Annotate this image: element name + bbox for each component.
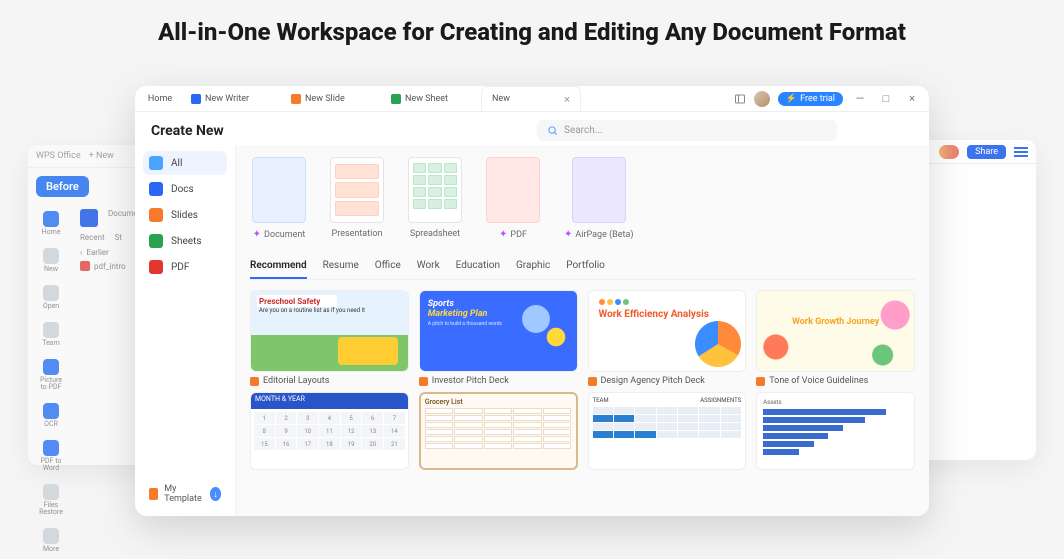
- template-card[interactable]: Preschool SafetyAre you on a routine lis…: [250, 290, 409, 386]
- template-icon: [149, 488, 158, 500]
- tab-slide[interactable]: New Slide: [281, 86, 381, 111]
- sidebar-item-pdf[interactable]: PDF: [143, 255, 227, 279]
- ppt-icon: [419, 377, 428, 386]
- ppt-icon: [588, 377, 597, 386]
- search-input[interactable]: Search...: [537, 120, 837, 141]
- sidebar-item-sheets[interactable]: Sheets: [143, 229, 227, 253]
- more-icon: [43, 528, 59, 544]
- doctype-spreadsheet[interactable]: Spreadsheet: [408, 157, 462, 240]
- template-card[interactable]: Work Growth Journey Tone of Voice Guidel…: [756, 290, 915, 386]
- search-placeholder: Search...: [564, 125, 603, 136]
- new-icon: [43, 248, 59, 264]
- search-icon: [547, 125, 558, 136]
- home-icon: [43, 211, 59, 227]
- titlebar: Home New Writer New Slide New Sheet New×…: [135, 86, 929, 112]
- app-window: Home New Writer New Slide New Sheet New×…: [135, 86, 929, 516]
- pdf2word-icon: [43, 440, 59, 456]
- close-button[interactable]: ×: [903, 92, 921, 105]
- ppt-icon: [756, 377, 765, 386]
- doc-type-row: ✦Document Presentation Spreadsheet ✦PDF …: [250, 151, 915, 252]
- before-badge: Before: [36, 176, 89, 197]
- doctype-document[interactable]: ✦Document: [252, 157, 306, 240]
- open-icon: [43, 285, 59, 301]
- template-cards: Preschool SafetyAre you on a routine lis…: [250, 280, 915, 392]
- slides-icon: [149, 208, 163, 222]
- sidebar-item-slides[interactable]: Slides: [143, 203, 227, 227]
- ocr-icon: [43, 403, 59, 419]
- template-card[interactable]: Assets: [756, 392, 915, 470]
- ai-icon: ✦: [499, 229, 507, 240]
- tab-graphic[interactable]: Graphic: [516, 256, 550, 279]
- all-icon: [149, 156, 163, 170]
- sheet-icon: [391, 94, 401, 104]
- team-icon: [43, 322, 59, 338]
- ppt-icon: [250, 377, 259, 386]
- tab-education[interactable]: Education: [456, 256, 500, 279]
- new-button-ghost: + New: [89, 151, 114, 161]
- docs-icon: [149, 182, 163, 196]
- tab-work[interactable]: Work: [417, 256, 440, 279]
- restore-icon: [43, 484, 59, 500]
- template-row-2: MONTH & YEAR 123456789101112131415161718…: [250, 392, 915, 470]
- download-icon[interactable]: ↓: [210, 487, 221, 501]
- tab-office[interactable]: Office: [375, 256, 401, 279]
- pdf-file-icon: [80, 261, 90, 271]
- avatar-group-icon: [939, 145, 959, 159]
- hero-title: All-in-One Workspace for Creating and Ed…: [0, 0, 1064, 58]
- template-card[interactable]: SportsMarketing PlanA pitch to build a t…: [419, 290, 578, 386]
- close-icon[interactable]: ×: [564, 93, 570, 106]
- free-trial-button[interactable]: ⚡Free trial: [778, 92, 843, 106]
- share-button: Share: [967, 145, 1006, 159]
- create-new-title: Create New: [147, 123, 224, 139]
- slide-icon: [291, 94, 301, 104]
- maximize-button[interactable]: □: [877, 92, 895, 105]
- sheets-icon: [149, 234, 163, 248]
- lightning-icon: ⚡: [786, 94, 797, 104]
- pdf-icon: [149, 260, 163, 274]
- brand-label: WPS Office: [36, 151, 81, 161]
- doctype-pdf[interactable]: ✦PDF: [486, 157, 540, 240]
- template-card[interactable]: MONTH & YEAR 123456789101112131415161718…: [250, 392, 409, 470]
- doc-icon: [80, 209, 98, 227]
- template-card[interactable]: Work Efficiency Analysis Design Agency P…: [588, 290, 747, 386]
- panel-icon[interactable]: [734, 93, 746, 105]
- content-area: ✦Document Presentation Spreadsheet ✦PDF …: [235, 145, 929, 516]
- ai-icon: ✦: [564, 229, 572, 240]
- template-card[interactable]: TEAMASSIGNMENTS: [588, 392, 747, 470]
- minimize-button[interactable]: —: [851, 92, 869, 105]
- sidebar-item-docs[interactable]: Docs: [143, 177, 227, 201]
- sidebar-item-all[interactable]: All: [143, 151, 227, 175]
- avatar[interactable]: [754, 91, 770, 107]
- ai-icon: ✦: [253, 229, 261, 240]
- category-tabs: Recommend Resume Office Work Education G…: [250, 252, 915, 280]
- doctype-airpage[interactable]: ✦AirPage (Beta): [564, 157, 634, 240]
- writer-icon: [191, 94, 201, 104]
- tab-writer[interactable]: New Writer: [181, 86, 281, 111]
- tab-home[interactable]: Home: [135, 86, 181, 111]
- menu-icon: [1014, 147, 1028, 157]
- tab-new[interactable]: New×: [481, 86, 581, 111]
- tab-portfolio[interactable]: Portfolio: [566, 256, 605, 279]
- tab-sheet[interactable]: New Sheet: [381, 86, 481, 111]
- pic2pdf-icon: [43, 359, 59, 375]
- tab-resume[interactable]: Resume: [323, 256, 359, 279]
- template-card[interactable]: Grocery List: [419, 392, 578, 470]
- sidebar: All Docs Slides Sheets PDF My Template ↓: [135, 145, 235, 516]
- tab-recommend[interactable]: Recommend: [250, 256, 307, 279]
- my-template-button[interactable]: My Template ↓: [143, 478, 227, 510]
- doctype-presentation[interactable]: Presentation: [330, 157, 384, 240]
